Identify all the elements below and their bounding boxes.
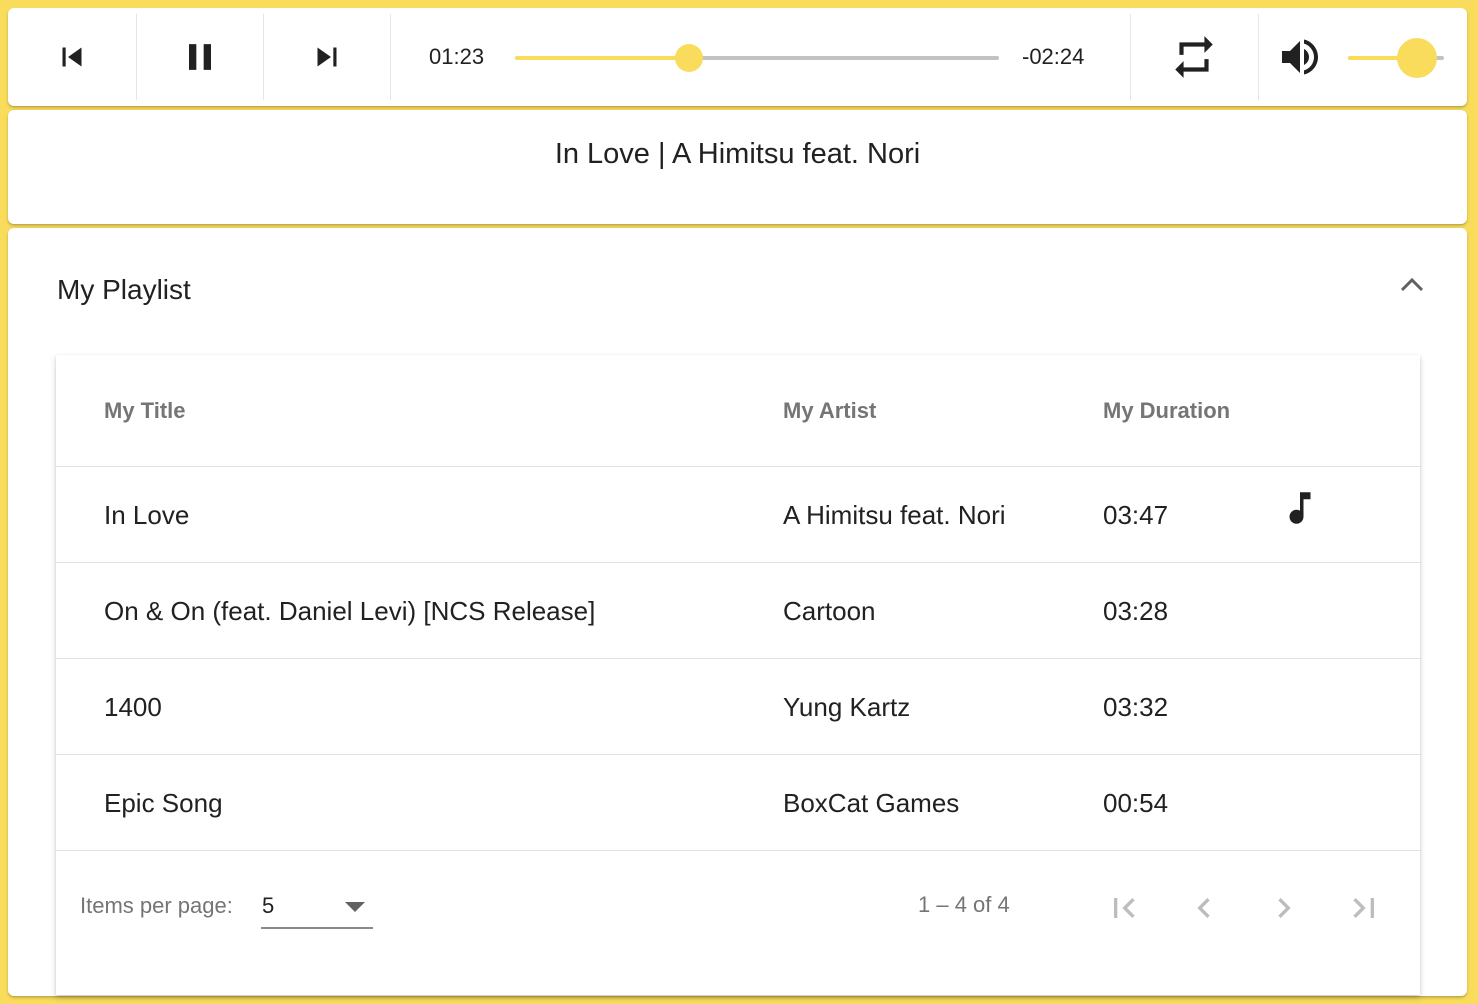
track-duration: 03:47 (1103, 500, 1169, 530)
track-duration: 00:54 (1103, 788, 1169, 818)
previous-page-button[interactable] (1179, 883, 1229, 933)
now-playing-title: In Love | A Himitsu feat. Nori (554, 138, 921, 170)
now-playing-card: In Love | A Himitsu feat. Nori (8, 110, 1467, 224)
track-duration: 03:28 (1103, 596, 1169, 626)
previous-button[interactable] (8, 8, 136, 106)
track-artist: Cartoon (783, 596, 876, 626)
progress-slider[interactable] (515, 44, 999, 72)
items-per-page-select[interactable]: 5 (261, 889, 373, 929)
items-per-page-label: Items per page: (80, 893, 233, 918)
volume-button[interactable] (1270, 8, 1330, 106)
table-row[interactable]: In Love A Himitsu feat. Nori 03:47 (56, 467, 1420, 563)
divider (1258, 14, 1259, 100)
column-header-title[interactable]: My Title (104, 398, 186, 424)
playlist-title: My Playlist (57, 274, 191, 305)
skip-previous-icon (62, 47, 82, 67)
paginator: Items per page: 5 1 – 4 of 4 (56, 851, 1420, 995)
column-header-artist[interactable]: My Artist (783, 398, 876, 424)
track-title: 1400 (104, 692, 162, 722)
items-per-page-value: 5 (262, 893, 275, 918)
remaining-time: -02:24 (1022, 44, 1085, 69)
track-artist: Yung Kartz (783, 692, 911, 722)
progress-thumb[interactable] (675, 44, 704, 72)
playlist-table: My Title My Artist My Duration In Love A… (56, 355, 1420, 995)
last-page-icon (1353, 898, 1374, 918)
track-duration: 03:32 (1103, 692, 1169, 722)
track-title: Epic Song (104, 788, 223, 818)
track-title: On & On (feat. Daniel Levi) [NCS Release… (104, 596, 596, 626)
music-note-icon (1289, 492, 1311, 524)
track-artist: A Himitsu feat. Nori (783, 500, 1006, 530)
pause-icon (189, 44, 211, 70)
first-page-button[interactable] (1099, 883, 1149, 933)
next-page-button[interactable] (1259, 883, 1309, 933)
chevron-left-icon (1197, 898, 1210, 918)
repeat-icon (1175, 36, 1213, 78)
playlist-panel: My Playlist My Title My Artist My Durati… (8, 228, 1467, 996)
divider (390, 14, 391, 100)
skip-next-icon (317, 47, 337, 67)
player-bar: 01:23 -02:24 (8, 8, 1467, 106)
now-playing-indicator (1279, 487, 1321, 536)
table-header-row: My Title My Artist My Duration (56, 355, 1420, 467)
chevron-right-icon (1278, 898, 1291, 918)
table-row[interactable]: 1400 Yung Kartz 03:32 (56, 659, 1420, 755)
volume-thumb[interactable] (1397, 38, 1438, 78)
first-page-icon (1114, 898, 1135, 918)
collapse-button[interactable] (1392, 270, 1432, 300)
last-page-button[interactable] (1339, 883, 1389, 933)
progress-fill (515, 56, 690, 60)
table-row[interactable]: Epic Song BoxCat Games 00:54 (56, 755, 1420, 851)
repeat-button[interactable] (1131, 8, 1257, 106)
volume-slider[interactable] (1348, 38, 1444, 78)
chevron-up-icon (1400, 277, 1424, 292)
pause-button[interactable] (137, 8, 263, 106)
table-row[interactable]: On & On (feat. Daniel Levi) [NCS Release… (56, 563, 1420, 659)
volume-up-icon (1282, 39, 1318, 75)
next-button[interactable] (264, 8, 390, 106)
column-header-duration[interactable]: My Duration (1103, 398, 1230, 424)
range-label: 1 – 4 of 4 (918, 892, 1010, 917)
track-artist: BoxCat Games (783, 788, 960, 818)
elapsed-time: 01:23 (429, 44, 485, 69)
dropdown-arrow-icon (345, 902, 365, 912)
track-title: In Love (104, 500, 190, 530)
